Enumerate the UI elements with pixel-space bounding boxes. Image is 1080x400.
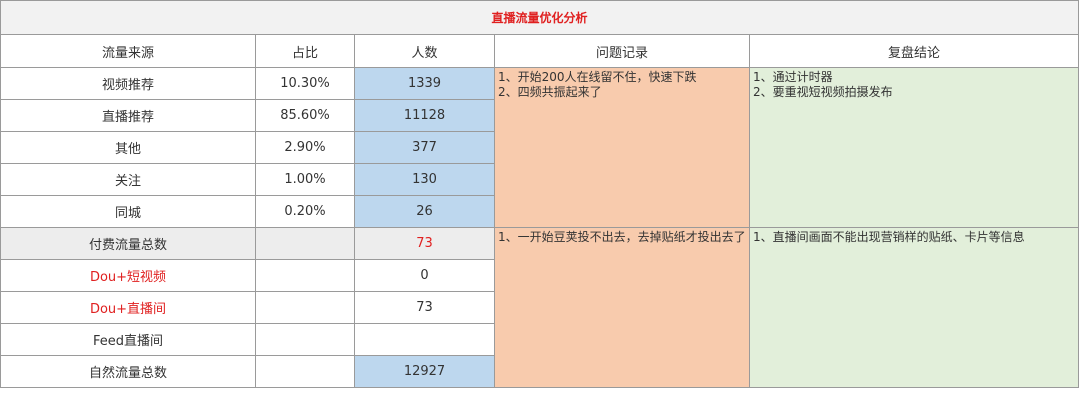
header-row: 流量来源 占比 人数 问题记录 复盘结论	[0, 34, 1080, 68]
cell-ratio[interactable]: 10.30%	[255, 67, 355, 100]
issues-1-line-2: 2、四频共振起来了	[498, 85, 602, 99]
cell-people[interactable]: 73	[354, 291, 495, 324]
issues-2-line-1: 1、一开始豆荚投不出去，去掉贴纸才投出去了	[498, 230, 746, 244]
cell-source[interactable]: 自然流量总数	[0, 355, 256, 388]
cell-source[interactable]: Dou+直播间	[0, 291, 256, 324]
table-row: 视频推荐 10.30% 1339 1、开始200人在线留不住，快速下跌 2、四频…	[0, 67, 1080, 228]
issues-cell-2[interactable]: 1、一开始豆荚投不出去，去掉贴纸才投出去了	[494, 227, 750, 388]
issues-cell-1[interactable]: 1、开始200人在线留不住，快速下跌 2、四频共振起来了	[494, 67, 750, 228]
conclusion-1-line-2: 2、要重视短视频拍摄发布	[753, 85, 893, 99]
header-source[interactable]: 流量来源	[0, 34, 256, 68]
cell-source[interactable]: Feed直播间	[0, 323, 256, 356]
cell-source[interactable]: 同城	[0, 195, 256, 228]
traffic-analysis-table: 直播流量优化分析 流量来源 占比 人数 问题记录 复盘结论 视频推荐 10.30…	[0, 0, 1080, 388]
sheet-title[interactable]: 直播流量优化分析	[0, 0, 1080, 35]
issues-1-line-1: 1、开始200人在线留不住，快速下跌	[498, 70, 697, 84]
cell-people[interactable]: 377	[354, 131, 495, 164]
header-conclusion[interactable]: 复盘结论	[748, 34, 1080, 68]
header-people[interactable]: 人数	[354, 34, 495, 68]
cell-source[interactable]: Dou+短视频	[0, 259, 256, 292]
conclusion-1-line-1: 1、通过计时器	[753, 70, 833, 84]
cell-people[interactable]: 12927	[354, 355, 495, 388]
header-ratio[interactable]: 占比	[255, 34, 355, 68]
cell-people[interactable]: 130	[354, 163, 495, 196]
cell-source[interactable]: 其他	[0, 131, 256, 164]
cell-people[interactable]	[354, 323, 495, 356]
cell-ratio[interactable]: 85.60%	[255, 99, 355, 132]
cell-people[interactable]: 0	[354, 259, 495, 292]
cell-source[interactable]: 关注	[0, 163, 256, 196]
cell-ratio[interactable]	[255, 227, 355, 260]
cell-people[interactable]: 26	[354, 195, 495, 228]
cell-ratio[interactable]	[255, 323, 355, 356]
cell-people[interactable]: 11128	[354, 99, 495, 132]
cell-source[interactable]: 视频推荐	[0, 67, 256, 100]
cell-ratio[interactable]	[255, 291, 355, 324]
cell-source[interactable]: 直播推荐	[0, 99, 256, 132]
cell-people[interactable]: 1339	[354, 67, 495, 100]
cell-ratio[interactable]: 1.00%	[255, 163, 355, 196]
cell-people[interactable]: 73	[354, 227, 495, 260]
cell-ratio[interactable]: 0.20%	[255, 195, 355, 228]
cell-source[interactable]: 付费流量总数	[0, 227, 256, 260]
cell-ratio[interactable]	[255, 259, 355, 292]
cell-ratio[interactable]: 2.90%	[255, 131, 355, 164]
conclusion-cell-2[interactable]: 1、直播间画面不能出现营销样的贴纸、卡片等信息	[748, 227, 1080, 388]
conclusion-cell-1[interactable]: 1、通过计时器 2、要重视短视频拍摄发布	[748, 67, 1080, 228]
title-row: 直播流量优化分析	[0, 0, 1080, 35]
spreadsheet: 直播流量优化分析 流量来源 占比 人数 问题记录 复盘结论 视频推荐 10.30…	[0, 0, 1080, 400]
table-row-paid-total: 付费流量总数 73 1、一开始豆荚投不出去，去掉贴纸才投出去了 1、直播间画面不…	[0, 227, 1080, 388]
header-issues[interactable]: 问题记录	[494, 34, 750, 68]
cell-ratio[interactable]	[255, 355, 355, 388]
conclusion-2-line-1: 1、直播间画面不能出现营销样的贴纸、卡片等信息	[753, 230, 1025, 244]
